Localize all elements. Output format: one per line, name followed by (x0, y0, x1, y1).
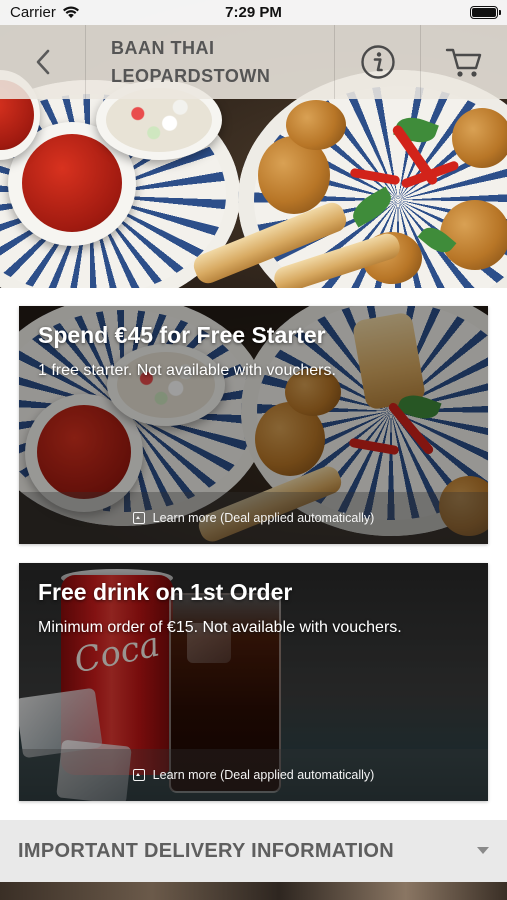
deal-title: Free drink on 1st Order (38, 579, 293, 605)
cart-button[interactable] (421, 25, 507, 99)
info-button[interactable] (335, 25, 421, 99)
chevron-left-icon (36, 49, 49, 75)
restaurant-name-line1: BAAN THAI (111, 38, 215, 58)
menu-image-strip (0, 882, 507, 900)
learn-more-link[interactable]: Learn more (Deal applied automatically) (19, 749, 488, 801)
battery-icon (470, 6, 501, 19)
restaurant-header: BAAN THAI LEOPARDSTOWN (0, 25, 507, 99)
status-time: 7:29 PM (225, 4, 282, 21)
chevron-down-icon (477, 847, 489, 854)
learn-more-link[interactable]: Learn more (Deal applied automatically) (19, 492, 488, 544)
deal-card-free-starter[interactable]: Spend €45 for Free Starter 1 free starte… (19, 306, 488, 544)
back-button[interactable] (0, 25, 86, 99)
deal-title: Spend €45 for Free Starter (38, 322, 326, 348)
deal-card-free-drink[interactable]: Coca Free drink on 1st Order Minimum ord… (19, 563, 488, 801)
delivery-info-toggle[interactable]: IMPORTANT DELIVERY INFORMATION (0, 820, 507, 882)
restaurant-name: BAAN THAI LEOPARDSTOWN (86, 25, 335, 99)
info-icon (360, 45, 395, 79)
restaurant-name-line2: LEOPARDSTOWN (111, 66, 271, 86)
expand-icon (132, 769, 145, 781)
fishcake (452, 108, 507, 168)
prawn (440, 200, 507, 270)
deal-description: 1 free starter. Not available with vouch… (38, 362, 336, 379)
learn-more-label: Learn more (Deal applied automatically) (152, 511, 375, 525)
learn-more-label: Learn more (Deal applied automatically) (152, 768, 375, 782)
cart-icon (445, 48, 482, 77)
expand-icon (132, 512, 145, 524)
deal-description: Minimum order of €15. Not available with… (38, 619, 402, 636)
fishcake (286, 100, 346, 150)
delivery-info-label: IMPORTANT DELIVERY INFORMATION (18, 839, 395, 862)
status-bar: Carrier 7:29 PM (0, 0, 507, 25)
chili-sauce (22, 134, 122, 232)
